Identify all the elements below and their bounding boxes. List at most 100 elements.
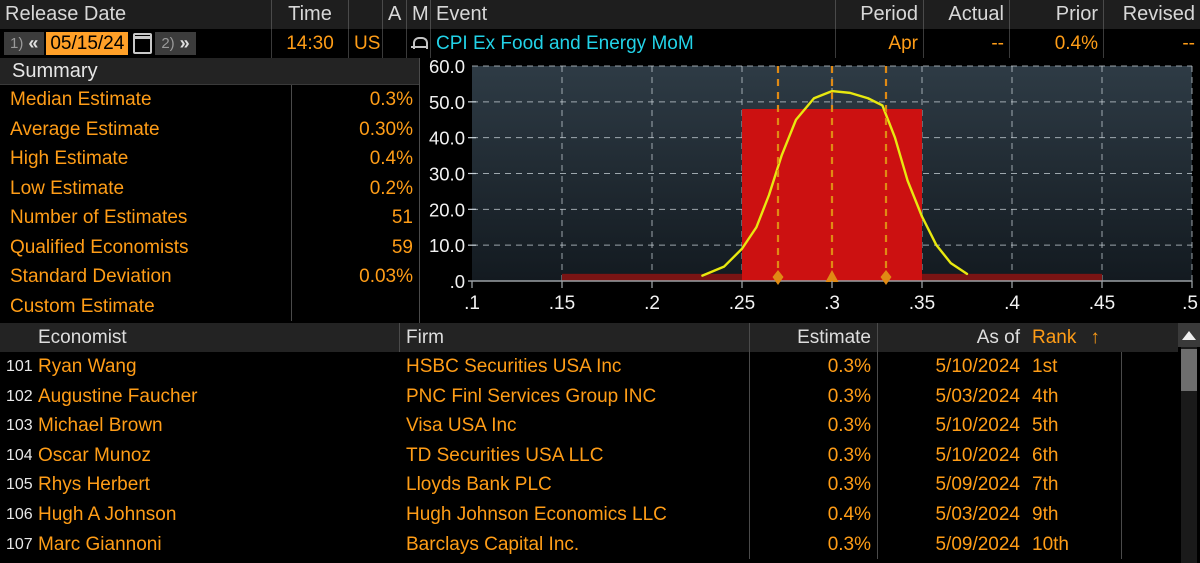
next-date-button[interactable]: 2) » [155, 32, 196, 55]
summary-row-high: High Estimate 0.4% [0, 144, 419, 174]
table-cell-as-of: 5/10/2024 [935, 356, 1020, 377]
event-value-row: 1) « 05/15/24 2) » 14:30 US CPI Ex Food … [0, 29, 1200, 58]
summary-row-qualified-economists: Qualified Economists 59 [0, 232, 419, 262]
summary-value-number-of-estimates: 51 [291, 203, 419, 233]
table-cell-rank: 9th [1026, 499, 1122, 530]
summary-value-custom-estimate[interactable] [291, 291, 419, 321]
event-name[interactable]: CPI Ex Food and Energy MoM [431, 29, 836, 58]
column-header-release-date[interactable]: Release Date [0, 0, 272, 29]
table-cell-estimate: 0.3% [750, 440, 878, 471]
th-rank[interactable]: Rank ↑ [1026, 323, 1122, 352]
chart-y-tick-label: 10.0 [429, 235, 465, 256]
chevron-left-icon: « [28, 33, 39, 53]
table-cell-economist: Michael Brown [38, 415, 163, 437]
summary-label-average: Average Estimate [10, 118, 160, 140]
column-header-a[interactable]: A [383, 0, 407, 29]
table-row[interactable]: 102) Augustine Faucher PNC Finl Services G… [0, 381, 1200, 412]
table-cell-as-of: 5/10/2024 [935, 444, 1020, 466]
th-as-of[interactable]: As of [878, 323, 1026, 352]
th-economist[interactable]: Economist [32, 323, 400, 352]
chart-svg: 60.0 50.0 40.0 30.0 20.0 10.0 .0.1 .15 .2 .25 .3 .3… [429, 58, 1198, 314]
sort-ascending-icon[interactable]: ↑ [1090, 323, 1100, 352]
table-cell-firm: Lloyds Bank PLC [400, 470, 750, 500]
table-row[interactable]: 101) Ryan Wang HSBC Securities USA Inc0.3%… [0, 352, 1200, 382]
header-column-row: Release Date Time A M Event Period Actua… [0, 0, 1200, 29]
table-cell-firm: HSBC Securities USA Inc [400, 352, 750, 382]
column-header-m[interactable]: M [407, 0, 431, 29]
prev-date-button[interactable]: 1) « [4, 32, 45, 55]
summary-title: Summary [0, 58, 419, 85]
column-header-event[interactable]: Event [431, 0, 836, 29]
table-row[interactable]: 104) Oscar Munoz TD Securities USA LLC0.3%… [0, 440, 1200, 471]
th-rank-label: Rank [1032, 327, 1077, 348]
table-cell-estimate: 0.3% [750, 411, 878, 441]
column-header-period[interactable]: Period [836, 0, 924, 29]
column-header-time[interactable]: Time [272, 0, 349, 29]
table-row[interactable]: 106) Hugh A Johnson Hugh Johnson Economics… [0, 499, 1200, 530]
chart-x-tick-label: .5 [1182, 293, 1198, 314]
date-navigation-group: 1) « 05/15/24 2) » [0, 29, 272, 58]
table-cell-rank: 7th [1026, 470, 1122, 500]
event-a-flag[interactable] [383, 29, 407, 58]
table-cell-estimate: 0.3% [750, 529, 878, 560]
event-revised: -- [1182, 33, 1195, 54]
chart-x-tick-label: .3 [824, 293, 840, 314]
summary-row-average: Average Estimate 0.30% [0, 114, 419, 144]
economist-table-body: 101)Ryan WangHSBC Securities USA Inc0.3%… [0, 352, 1200, 563]
table-cell-estimate: 0.3% [750, 470, 878, 500]
table-scrollbar[interactable] [1178, 323, 1200, 563]
table-row-index: 104) [6, 446, 32, 464]
summary-value-high: 0.4% [291, 144, 419, 174]
table-cell-economist: Marc Giannoni [38, 533, 162, 555]
summary-label-qualified-economists: Qualified Economists [10, 236, 189, 258]
summary-row-custom-estimate[interactable]: Custom Estimate [0, 291, 419, 321]
table-cell-firm: Barclays Capital Inc. [400, 529, 750, 560]
table-row-index: 102) [6, 387, 32, 405]
table-cell-firm: TD Securities USA LLC [400, 440, 750, 471]
summary-value-standard-deviation: 0.03% [291, 262, 419, 292]
table-cell-estimate: 0.3% [750, 381, 878, 412]
table-row-index: 105) [6, 476, 32, 494]
table-cell-estimate: 0.3% [750, 352, 878, 382]
table-cell-as-of: 5/10/2024 [935, 415, 1020, 437]
summary-row-median: Median Estimate 0.3% [0, 85, 419, 115]
column-header-revised[interactable]: Revised [1104, 0, 1200, 29]
summary-label-median: Median Estimate [10, 89, 152, 110]
economist-table-header: Economist Firm Estimate As of Rank ↑ [0, 323, 1200, 352]
th-estimate[interactable]: Estimate [750, 323, 878, 352]
column-header-prior[interactable]: Prior [1010, 0, 1104, 29]
table-cell-as-of: 5/09/2024 [935, 533, 1020, 555]
event-period: Apr [836, 29, 924, 58]
column-header-actual[interactable]: Actual [924, 0, 1010, 29]
table-row-index: 106) [6, 505, 32, 523]
summary-value-low: 0.2% [291, 173, 419, 203]
event-region: US [349, 29, 383, 58]
th-firm[interactable]: Firm [400, 323, 750, 352]
release-date-input[interactable]: 05/15/24 [46, 32, 129, 55]
chart-y-tick-label: 30.0 [429, 164, 465, 185]
table-cell-economist: Ryan Wang [38, 356, 137, 377]
scrollbar-thumb[interactable] [1181, 349, 1197, 391]
bell-icon[interactable] [410, 35, 428, 52]
table-cell-firm: Visa USA Inc [400, 411, 750, 441]
chart-y-tick-label: 40.0 [429, 128, 465, 149]
estimate-distribution-chart: 60.0 50.0 40.0 30.0 20.0 10.0 .0.1 .15 .2 .25 .3 .3… [420, 58, 1200, 323]
next-date-number: 2) [161, 35, 175, 52]
table-row[interactable]: 107) Marc Giannoni Barclays Capital Inc.0.… [0, 529, 1200, 560]
table-row-index: 103) [6, 417, 32, 435]
event-alert-cell[interactable] [407, 29, 431, 58]
summary-label-standard-deviation: Standard Deviation [10, 266, 172, 287]
table-cell-as-of: 5/03/2024 [935, 503, 1020, 525]
table-cell-firm: PNC Finl Services Group INC [400, 381, 750, 412]
table-row[interactable]: 103) Michael Brown Visa USA Inc0.3% 5/10/20… [0, 411, 1200, 441]
table-row[interactable]: 105) Rhys Herbert Lloyds Bank PLC0.3% 5/09/… [0, 470, 1200, 500]
summary-label-number-of-estimates: Number of Estimates [10, 207, 188, 228]
event-actual: -- [924, 29, 1010, 58]
scroll-up-button[interactable] [1178, 323, 1200, 347]
table-cell-economist: Hugh A Johnson [38, 503, 177, 525]
calendar-icon[interactable] [133, 33, 153, 54]
column-header-blank [349, 0, 383, 29]
event-time: 14:30 [272, 29, 349, 58]
summary-label-high: High Estimate [10, 148, 129, 169]
summary-label-low: Low Estimate [10, 177, 125, 199]
